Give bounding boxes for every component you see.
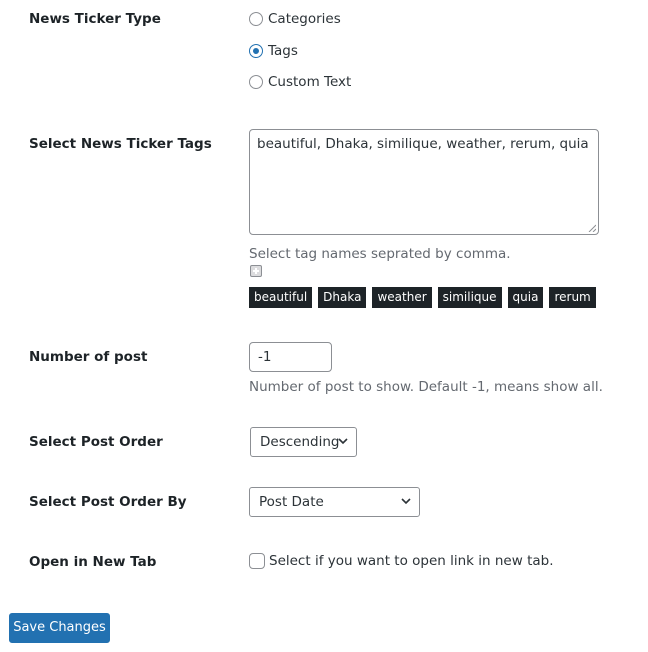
plus-box-icon[interactable] [250, 265, 262, 277]
post-order-by-select[interactable]: Post Date [249, 487, 420, 517]
tag-chip[interactable]: similique [437, 287, 502, 308]
resize-handle-icon[interactable] [588, 224, 596, 232]
number-of-post-input[interactable]: -1 [249, 342, 332, 372]
radio-custom-text-label: Custom Text [268, 74, 352, 90]
tag-list: beautiful Dhaka weather similique quia r… [249, 287, 596, 308]
radio-categories-button[interactable] [249, 12, 263, 26]
number-of-post-label: Number of post [29, 349, 148, 365]
chevron-down-icon [401, 498, 411, 505]
save-changes-button[interactable]: Save Changes [9, 613, 110, 643]
tags-description: Select tag names seprated by comma. [249, 246, 511, 262]
tag-chip[interactable]: beautiful [249, 287, 313, 308]
post-order-value: Descending [260, 434, 340, 450]
new-tab-label: Open in New Tab [29, 554, 157, 570]
post-order-by-label: Select Post Order By [29, 494, 187, 510]
radio-tags-button[interactable] [249, 44, 263, 58]
tag-chip[interactable]: quia [507, 287, 544, 308]
radio-categories-label: Categories [268, 11, 341, 27]
tag-chip[interactable]: rerum [549, 287, 596, 308]
post-order-label: Select Post Order [29, 434, 163, 450]
number-of-post-description: Number of post to show. Default -1, mean… [249, 379, 603, 395]
radio-categories[interactable]: Categories [249, 11, 341, 27]
news-ticker-type-label: News Ticker Type [29, 11, 161, 27]
tags-textarea-value: beautiful, Dhaka, similique, weather, re… [257, 136, 589, 152]
radio-tags-label: Tags [268, 43, 298, 59]
radio-custom-text[interactable]: Custom Text [249, 74, 351, 90]
post-order-select[interactable]: Descending [250, 427, 357, 457]
tags-textarea[interactable]: beautiful, Dhaka, similique, weather, re… [249, 129, 599, 235]
new-tab-checkbox[interactable] [249, 553, 265, 569]
new-tab-checkbox-label: Select if you want to open link in new t… [269, 553, 554, 569]
tag-chip[interactable]: weather [372, 287, 432, 308]
post-order-by-value: Post Date [259, 494, 324, 510]
chevron-down-icon [338, 438, 348, 445]
radio-tags[interactable]: Tags [249, 43, 298, 59]
tag-chip[interactable]: Dhaka [318, 287, 367, 308]
ticker-tags-label: Select News Ticker Tags [29, 136, 212, 152]
radio-custom-text-button[interactable] [249, 75, 263, 89]
